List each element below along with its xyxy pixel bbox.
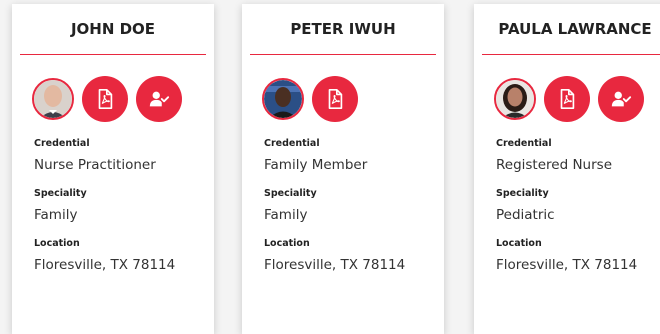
location-label: Location xyxy=(34,238,80,249)
provider-card: JOHN DOE Credential Nurse Practitioner S… xyxy=(12,4,214,334)
avatar-photo-icon xyxy=(496,80,534,118)
avatar-photo-icon xyxy=(264,80,302,118)
credential-label: Credential xyxy=(264,138,320,149)
pdf-button[interactable] xyxy=(82,76,128,122)
location-label: Location xyxy=(264,238,310,249)
location-label: Location xyxy=(496,238,542,249)
card-actions xyxy=(32,75,214,123)
location-value: Floresville, TX 78114 xyxy=(34,257,176,273)
card-actions xyxy=(262,75,444,123)
provider-details: Credential Nurse Practitioner Speciality… xyxy=(34,137,214,275)
speciality-value: Family xyxy=(264,207,308,223)
user-check-icon xyxy=(611,91,632,107)
provider-details: Credential Family Member Speciality Fami… xyxy=(264,137,444,275)
provider-name: PETER IWUH xyxy=(250,4,436,55)
speciality-label: Speciality xyxy=(34,188,87,199)
credential-label: Credential xyxy=(34,138,90,149)
user-check-button[interactable] xyxy=(598,76,644,122)
speciality-value: Family xyxy=(34,207,78,223)
provider-details: Credential Registered Nurse Speciality P… xyxy=(496,137,660,275)
avatar-photo-icon xyxy=(34,80,72,118)
provider-card: PAULA LAWRANCE Credential Registered Nur… xyxy=(474,4,660,334)
credential-value: Nurse Practitioner xyxy=(34,157,156,173)
pdf-document-icon xyxy=(98,89,113,109)
user-check-icon xyxy=(149,91,170,107)
user-check-button[interactable] xyxy=(136,76,182,122)
avatar[interactable] xyxy=(262,78,304,120)
provider-card: PETER IWUH Credential Family Member Spec… xyxy=(242,4,444,334)
avatar[interactable] xyxy=(494,78,536,120)
provider-name: PAULA LAWRANCE xyxy=(482,4,660,55)
credential-value: Registered Nurse xyxy=(496,157,612,173)
pdf-button[interactable] xyxy=(544,76,590,122)
pdf-button[interactable] xyxy=(312,76,358,122)
credential-label: Credential xyxy=(496,138,552,149)
location-value: Floresville, TX 78114 xyxy=(264,257,406,273)
speciality-value: Pediatric xyxy=(496,207,555,223)
pdf-document-icon xyxy=(328,89,343,109)
avatar[interactable] xyxy=(32,78,74,120)
pdf-document-icon xyxy=(560,89,575,109)
credential-value: Family Member xyxy=(264,157,368,173)
provider-name: JOHN DOE xyxy=(20,4,206,55)
location-value: Floresville, TX 78114 xyxy=(496,257,638,273)
speciality-label: Speciality xyxy=(496,188,549,199)
speciality-label: Speciality xyxy=(264,188,317,199)
card-actions xyxy=(494,75,660,123)
